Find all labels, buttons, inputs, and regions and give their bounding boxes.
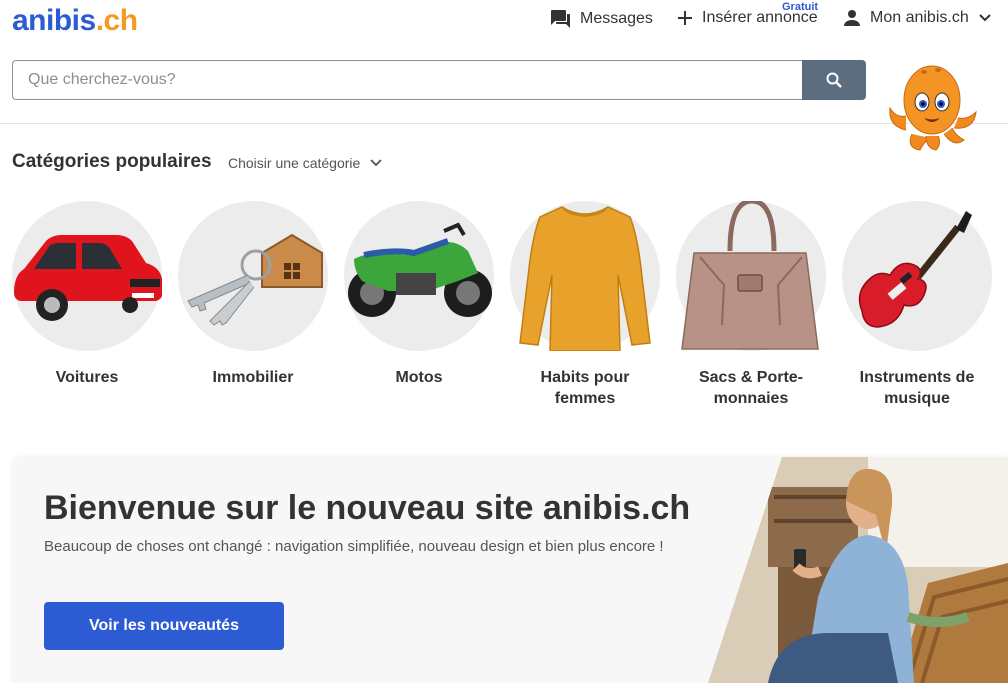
category-instruments-label: Instruments de musique	[859, 369, 975, 407]
category-immobilier-label: Immobilier	[212, 369, 294, 386]
car-icon	[14, 235, 162, 321]
category-voitures[interactable]: Voitures	[12, 201, 162, 388]
category-immobilier-image	[178, 201, 328, 351]
user-icon	[844, 10, 860, 26]
banner-text: Beaucoup de choses ont changé : navigati…	[44, 538, 664, 555]
insert-ad-label: Insérer annonce	[702, 9, 818, 26]
woman-with-phone-photo	[708, 457, 1008, 683]
search-bar	[12, 60, 866, 100]
category-select[interactable]: Choisir une catégorie	[228, 155, 382, 171]
category-habits-femmes-label: Habits pour femmes	[540, 369, 630, 407]
plus-icon	[678, 11, 692, 25]
account-label: Mon anibis.ch	[870, 9, 969, 26]
category-habits-femmes-image	[510, 201, 660, 351]
category-sacs[interactable]: Sacs & Porte-monnaies	[676, 201, 826, 409]
chevron-down-icon	[370, 159, 382, 167]
search-icon	[826, 72, 842, 88]
welcome-banner: Bienvenue sur le nouveau site anibis.ch …	[12, 457, 1008, 683]
logo-text-anibis: anibis	[12, 4, 96, 37]
category-motos-label: Motos	[395, 369, 443, 386]
category-instruments-image	[842, 201, 992, 351]
messages-label: Messages	[580, 10, 653, 27]
category-instruments[interactable]: Instruments de musique	[842, 201, 992, 409]
category-motos-image	[344, 201, 494, 351]
category-select-label: Choisir une catégorie	[228, 155, 361, 171]
category-motos[interactable]: Motos	[344, 201, 494, 388]
category-sacs-label: Sacs & Porte-monnaies	[698, 369, 804, 407]
category-immobilier[interactable]: Immobilier	[178, 201, 328, 388]
logo-text-ch: .ch	[95, 4, 138, 37]
category-sacs-image	[676, 201, 826, 351]
guitar-icon	[858, 211, 972, 328]
search-button[interactable]	[802, 60, 866, 100]
category-habits-femmes[interactable]: Habits pour femmes	[510, 201, 660, 409]
chat-icon	[551, 10, 570, 28]
popular-categories-title: Catégories populaires	[12, 151, 212, 172]
octopus-mascot-image	[889, 65, 977, 151]
chevron-down-icon	[979, 14, 991, 22]
sweater-icon	[519, 206, 651, 351]
category-voitures-image	[12, 201, 162, 351]
banner-title: Bienvenue sur le nouveau site anibis.ch	[44, 489, 691, 527]
insert-ad-link[interactable]: Insérer annonce	[677, 9, 818, 27]
handbag-icon	[681, 201, 819, 350]
discover-news-button[interactable]: Voir les nouveautés	[44, 602, 284, 650]
search-input[interactable]	[12, 60, 803, 100]
motorcycle-icon	[348, 222, 492, 317]
category-voitures-label: Voitures	[55, 369, 119, 386]
messages-link[interactable]: Messages	[549, 9, 653, 29]
header: anibis.ch Messages Gratuit Insérer annon…	[0, 0, 1008, 151]
keys-icon	[187, 233, 323, 326]
anibis-logo[interactable]: anibis.ch	[12, 4, 138, 38]
account-link[interactable]: Mon anibis.ch	[843, 9, 992, 27]
